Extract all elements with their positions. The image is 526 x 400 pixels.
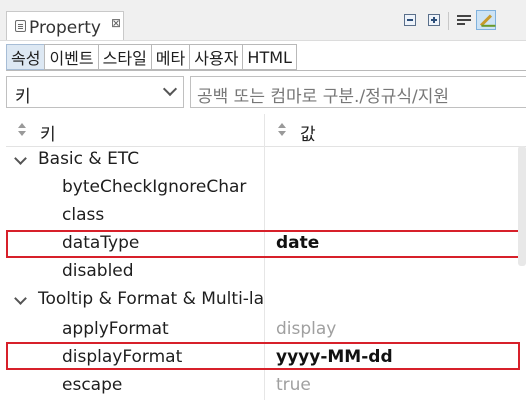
sort-value-icon[interactable] [278,123,286,137]
property-row[interactable]: byteCheckIgnoreChar [6,174,526,202]
property-value[interactable]: display [276,319,336,339]
property-tabs: 속성 이벤트 스타일 메타 사용자 HTML [6,44,297,70]
toolbar-divider [448,12,449,30]
tab-style[interactable]: 스타일 [97,44,152,70]
property-sheet-icon [15,20,26,32]
vertical-scrollbar[interactable] [518,146,526,266]
property-value[interactable]: yyyy-MM-dd [276,347,393,367]
property-row[interactable]: applyFormat display [6,316,526,344]
column-key-header[interactable]: 키 [40,120,56,145]
view-titlebar: Property ⊠ [0,0,526,41]
property-row[interactable]: class [6,202,526,230]
property-key: byteCheckIgnoreChar [62,177,247,197]
filter-field-value: 키 [15,87,31,107]
tab-properties[interactable]: 속성 [6,44,46,70]
property-key: displayFormat [62,347,183,367]
tab-divider [6,70,526,71]
filter-field-combo[interactable]: 키 [6,76,184,108]
sort-key-icon[interactable] [18,123,26,137]
chevron-down-icon [162,81,178,97]
property-row-datatype[interactable]: dataType date [6,230,526,258]
property-key: applyFormat [62,319,169,339]
chevron-down-icon[interactable] [14,292,27,305]
property-key: dataType [62,233,140,253]
tab-html[interactable]: HTML [242,44,297,70]
property-row[interactable]: escape true [6,372,526,400]
table-header: 키 값 [6,114,526,147]
edit-highlight-button[interactable] [476,10,496,30]
property-row[interactable]: disabled [6,258,526,286]
tab-events[interactable]: 이벤트 [44,44,99,70]
tab-user[interactable]: 사용자 [189,44,244,70]
close-view-icon[interactable]: ⊠ [111,16,121,30]
group-row-basic-etc[interactable]: Basic & ETC [6,146,526,174]
word-wrap-button[interactable] [454,10,474,30]
property-row-displayformat[interactable]: displayFormat yyyy-MM-dd [6,344,526,372]
property-value[interactable]: date [276,233,319,253]
property-value[interactable]: true [276,375,311,395]
group-label: Tooltip & Format & Multi-la [38,289,265,309]
property-key: escape [62,375,123,395]
word-wrap-icon [457,14,471,26]
chevron-down-icon[interactable] [14,152,27,165]
tab-meta[interactable]: 메타 [150,44,191,70]
maximize-button[interactable] [424,10,444,30]
group-row-tooltip-format[interactable]: Tooltip & Format & Multi-la [6,286,526,314]
column-value-header[interactable]: 값 [300,120,316,145]
edit-highlight-icon [479,13,493,27]
minimize-button[interactable] [400,10,420,30]
search-input[interactable]: 공백 또는 컴마로 구분./정규식/지원 [190,76,526,108]
maximize-icon [428,14,440,26]
view-title: Property [29,18,101,38]
minimize-icon [404,14,416,26]
property-view-tab[interactable]: Property ⊠ [6,11,124,40]
group-label: Basic & ETC [38,149,140,169]
property-key: class [62,205,105,225]
property-key: disabled [62,261,134,281]
search-placeholder: 공백 또는 컴마로 구분./정규식/지원 [197,87,450,107]
